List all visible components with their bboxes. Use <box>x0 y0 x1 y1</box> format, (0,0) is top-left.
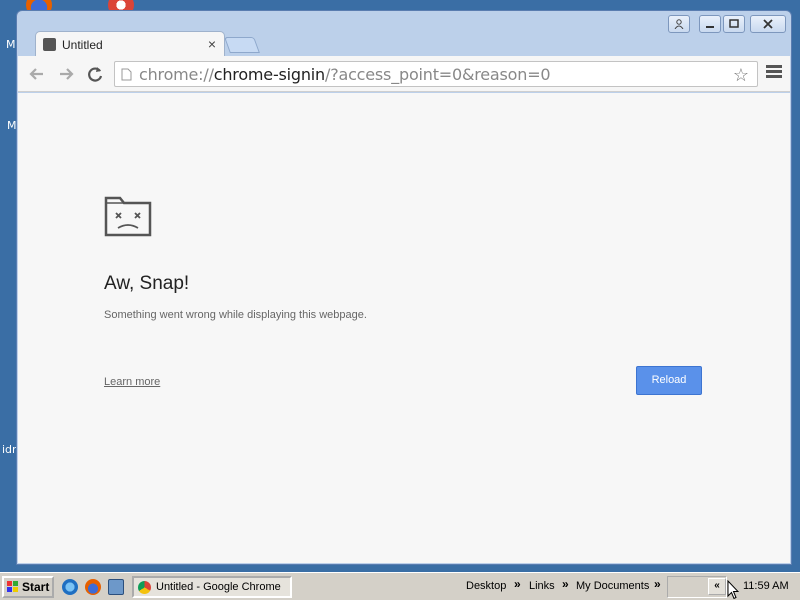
learn-more-link[interactable]: Learn more <box>104 376 160 388</box>
sad-folder-icon <box>104 196 152 237</box>
firefox-icon[interactable] <box>85 579 101 595</box>
forward-arrow-icon[interactable] <box>55 63 77 85</box>
windows-flag-icon <box>7 581 18 592</box>
desktop-label-fragment: M <box>6 38 16 51</box>
address-bar[interactable]: chrome://chrome-signin/?access_point=0&r… <box>114 61 758 87</box>
close-window-button[interactable] <box>750 15 786 33</box>
maximize-button[interactable] <box>723 15 745 33</box>
show-hidden-icons-chevron-icon[interactable]: « <box>708 578 726 595</box>
minimize-icon <box>706 26 714 28</box>
tab-untitled[interactable]: Untitled × <box>35 31 225 57</box>
user-button[interactable] <box>668 15 690 33</box>
reload-button[interactable]: Reload <box>636 366 702 395</box>
sad-tab-favicon-icon <box>43 38 56 51</box>
tab-title: Untitled <box>62 38 103 52</box>
chevron-icon[interactable]: » <box>562 577 569 591</box>
close-icon <box>763 19 773 29</box>
new-tab-button[interactable] <box>224 37 260 53</box>
start-button[interactable]: Start <box>2 576 54 598</box>
error-heading: Aw, Snap! <box>104 273 190 294</box>
clock: 11:59 AM <box>743 580 789 592</box>
minimize-button[interactable] <box>699 15 721 33</box>
url-host: chrome-signin <box>213 65 325 84</box>
outlook-express-icon[interactable] <box>108 579 124 595</box>
menu-icon[interactable] <box>766 65 782 80</box>
chrome-window: Untitled × chrome://chrome-signin/?acces… <box>16 10 792 565</box>
task-button-label: Untitled - Google Chrome <box>156 581 281 593</box>
url-scheme: chrome:// <box>139 65 214 84</box>
toolbar-my-documents[interactable]: My Documents <box>576 580 649 592</box>
error-page: Aw, Snap! Something went wrong while dis… <box>18 93 790 563</box>
url-path: /?access_point=0&reason=0 <box>325 65 551 84</box>
chrome-icon <box>138 581 151 594</box>
chevron-icon[interactable]: » <box>654 577 661 591</box>
maximize-icon <box>729 19 739 28</box>
internet-explorer-icon[interactable] <box>62 579 78 595</box>
url-text: chrome://chrome-signin/?access_point=0&r… <box>139 65 551 84</box>
taskbar: Start Untitled - Google Chrome Desktop »… <box>0 572 800 600</box>
chevron-icon[interactable]: » <box>514 577 521 591</box>
task-button-chrome[interactable]: Untitled - Google Chrome <box>132 576 292 598</box>
user-icon <box>674 19 684 29</box>
tab-close-icon[interactable]: × <box>208 36 216 52</box>
start-label: Start <box>22 580 50 594</box>
back-arrow-icon[interactable] <box>26 63 48 85</box>
desktop-label-fragment: idr <box>2 443 17 456</box>
toolbar-links[interactable]: Links <box>529 580 555 592</box>
error-message: Something went wrong while displaying th… <box>104 309 367 321</box>
reload-icon[interactable] <box>84 63 106 85</box>
page-icon <box>121 68 132 81</box>
star-icon[interactable]: ☆ <box>733 65 749 86</box>
browser-toolbar: chrome://chrome-signin/?access_point=0&r… <box>18 56 790 92</box>
toolbar-desktop[interactable]: Desktop <box>466 580 506 592</box>
mouse-cursor-icon <box>727 580 739 600</box>
